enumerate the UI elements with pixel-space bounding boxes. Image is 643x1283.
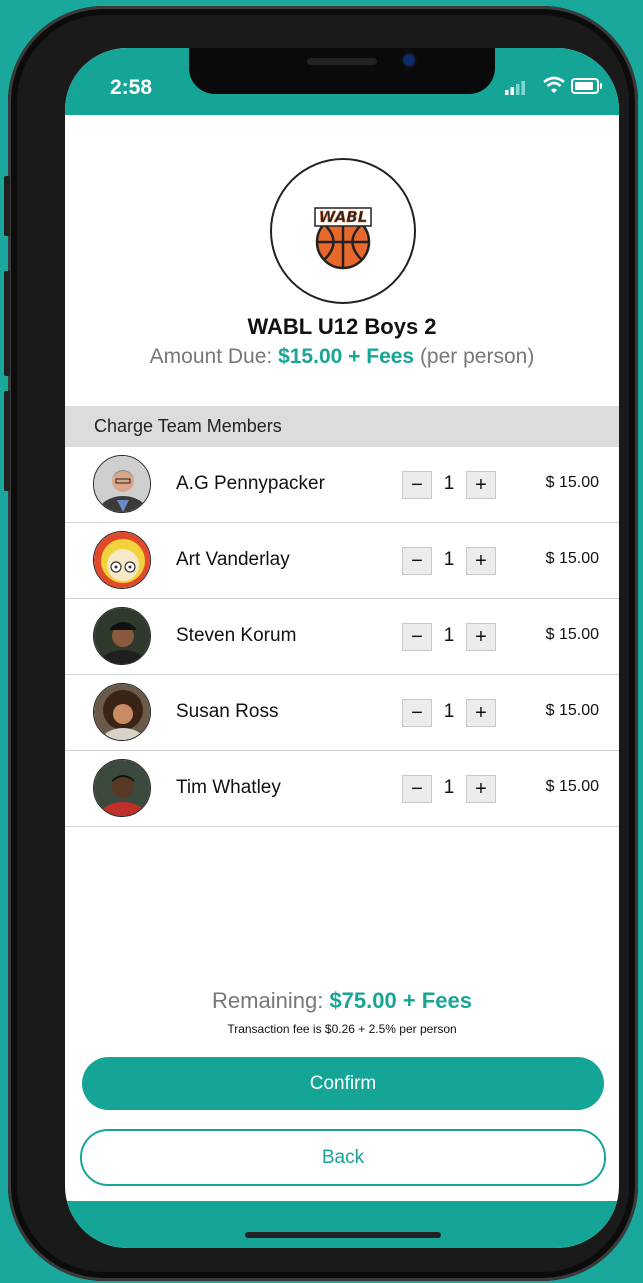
members-list: A.G Pennypacker − 1 + $ 15.00 Art Vander… <box>65 447 619 827</box>
quantity-stepper: − 1 + <box>402 775 502 803</box>
decrement-button[interactable]: − <box>402 699 432 727</box>
confirm-button[interactable]: Confirm <box>82 1057 604 1110</box>
member-row: Steven Korum − 1 + $ 15.00 <box>65 599 619 675</box>
avatar <box>93 607 151 665</box>
status-time: 2:58 <box>110 76 153 99</box>
mute-switch <box>4 176 10 236</box>
avatar <box>93 683 151 741</box>
status-bar: 2:58 <box>65 48 619 115</box>
section-title: Charge Team Members <box>94 416 282 436</box>
home-indicator[interactable] <box>245 1232 441 1238</box>
phone-frame: 2:58 WABL WABL U12 Boys 2 Amount Due: $1… <box>4 6 638 1281</box>
remaining-label: Remaining: <box>212 988 330 1013</box>
battery-icon <box>571 78 602 94</box>
quantity-stepper: − 1 + <box>402 547 502 575</box>
member-name: Susan Ross <box>176 701 279 722</box>
remaining-total: Remaining: $75.00 + Fees <box>65 988 619 1014</box>
member-name: Steven Korum <box>176 625 297 646</box>
remaining-value: $75.00 + Fees <box>329 988 472 1013</box>
section-header: Charge Team Members <box>65 406 619 447</box>
amount-due: Amount Due: $15.00 + Fees (per person) <box>65 345 619 369</box>
logo-wordmark: WABL <box>319 208 368 226</box>
quantity-stepper: − 1 + <box>402 471 502 499</box>
quantity-value: 1 <box>443 473 455 494</box>
transaction-fee-note: Transaction fee is $0.26 + 2.5% per pers… <box>227 1022 457 1036</box>
avatar <box>93 455 151 513</box>
member-price: $ 15.00 <box>545 550 599 567</box>
wifi-icon <box>543 76 565 93</box>
avatar <box>93 759 151 817</box>
member-price: $ 15.00 <box>545 702 599 719</box>
basketball-logo-icon: WABL <box>314 207 372 270</box>
bottom-bar <box>65 1201 619 1248</box>
increment-button[interactable]: + <box>466 775 496 803</box>
decrement-button[interactable]: − <box>402 471 432 499</box>
increment-button[interactable]: + <box>466 623 496 651</box>
volume-down-button <box>4 391 10 491</box>
member-price: $ 15.00 <box>545 474 599 491</box>
member-row: Susan Ross − 1 + $ 15.00 <box>65 675 619 751</box>
speaker <box>307 58 377 65</box>
back-button[interactable]: Back <box>80 1129 606 1186</box>
member-name: A.G Pennypacker <box>176 473 325 494</box>
quantity-stepper: − 1 + <box>402 699 502 727</box>
decrement-button[interactable]: − <box>402 775 432 803</box>
app-screen: 2:58 WABL WABL U12 Boys 2 Amount Due: $1… <box>65 48 619 1248</box>
team-name: WABL U12 Boys 2 <box>247 314 437 339</box>
quantity-value: 1 <box>443 549 455 570</box>
increment-button[interactable]: + <box>466 471 496 499</box>
camera <box>403 54 415 66</box>
amount-label: Amount Due: <box>149 345 279 368</box>
member-row: Tim Whatley − 1 + $ 15.00 <box>65 751 619 827</box>
quantity-value: 1 <box>443 777 455 798</box>
member-row: Art Vanderlay − 1 + $ 15.00 <box>65 523 619 599</box>
quantity-value: 1 <box>443 625 455 646</box>
notch <box>189 48 495 94</box>
increment-button[interactable]: + <box>466 699 496 727</box>
avatar <box>93 531 151 589</box>
member-name: Art Vanderlay <box>176 549 290 570</box>
member-price: $ 15.00 <box>545 778 599 795</box>
increment-button[interactable]: + <box>466 547 496 575</box>
member-row: A.G Pennypacker − 1 + $ 15.00 <box>65 447 619 523</box>
volume-up-button <box>4 271 10 376</box>
quantity-stepper: − 1 + <box>402 623 502 651</box>
decrement-button[interactable]: − <box>402 623 432 651</box>
amount-value: $15.00 + Fees <box>278 345 415 368</box>
team-logo: WABL <box>270 158 416 304</box>
decrement-button[interactable]: − <box>402 547 432 575</box>
quantity-value: 1 <box>443 701 455 722</box>
amount-suffix: (per person) <box>414 345 535 368</box>
signal-icon <box>505 81 525 95</box>
member-name: Tim Whatley <box>176 777 281 798</box>
member-price: $ 15.00 <box>545 626 599 643</box>
